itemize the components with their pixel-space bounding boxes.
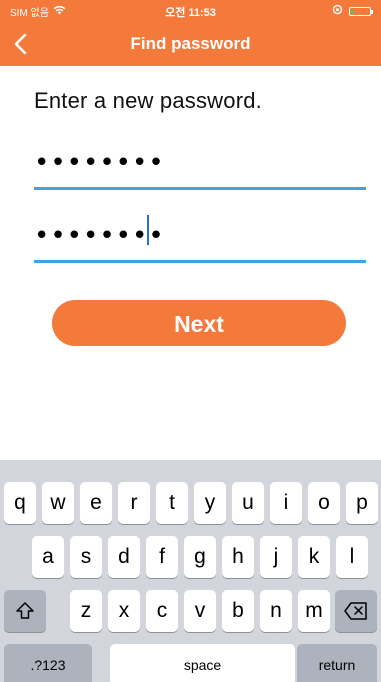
key-o[interactable]: o	[308, 482, 340, 524]
battery-level	[351, 8, 353, 14]
key-c[interactable]: c	[146, 590, 178, 632]
key-j[interactable]: j	[260, 536, 292, 578]
shift-key[interactable]	[4, 590, 46, 632]
key-d[interactable]: d	[108, 536, 140, 578]
confirm-password-value: ••••••••	[34, 221, 165, 251]
key-q[interactable]: q	[4, 482, 36, 524]
key-m[interactable]: m	[298, 590, 330, 632]
key-t[interactable]: t	[156, 482, 188, 524]
key-s[interactable]: s	[70, 536, 102, 578]
keyboard: q w e r t y u i o p a s d f g h j k l z …	[0, 460, 381, 682]
key-b[interactable]: b	[222, 590, 254, 632]
key-a[interactable]: a	[32, 536, 64, 578]
status-bar: SIM 없음 오전 11:53	[0, 0, 381, 22]
new-password-field[interactable]: ••••••••	[34, 140, 366, 190]
shift-icon	[4, 601, 46, 621]
key-u[interactable]: u	[232, 482, 264, 524]
key-k[interactable]: k	[298, 536, 330, 578]
numbers-key[interactable]: .?123	[4, 644, 92, 682]
battery-icon	[349, 6, 373, 16]
key-z[interactable]: z	[70, 590, 102, 632]
new-password-prompt: Enter a new password.	[34, 88, 262, 113]
key-w[interactable]: w	[42, 482, 74, 524]
key-e[interactable]: e	[80, 482, 112, 524]
return-key[interactable]: return	[297, 644, 377, 682]
key-h[interactable]: h	[222, 536, 254, 578]
rotation-lock-icon	[332, 4, 343, 18]
find-password-screen: SIM 없음 오전 11:53 Find password Enter a ne…	[0, 0, 381, 682]
status-time: 오전 11:53	[165, 7, 216, 19]
delete-icon	[335, 602, 377, 620]
key-r[interactable]: r	[118, 482, 150, 524]
key-g[interactable]: g	[184, 536, 216, 578]
key-n[interactable]: n	[260, 590, 292, 632]
space-key[interactable]: space	[110, 644, 295, 682]
new-password-value: ••••••••	[34, 148, 165, 178]
page-title: Find password	[130, 34, 251, 53]
nav-bar: Find password	[0, 22, 381, 66]
confirm-password-field[interactable]: ••••••••	[34, 213, 366, 263]
status-right	[332, 4, 373, 18]
next-button[interactable]: Next	[52, 300, 346, 346]
key-f[interactable]: f	[146, 536, 178, 578]
key-i[interactable]: i	[270, 482, 302, 524]
key-y[interactable]: y	[194, 482, 226, 524]
key-l[interactable]: l	[336, 536, 368, 578]
key-p[interactable]: p	[346, 482, 378, 524]
delete-key[interactable]	[335, 590, 377, 632]
key-x[interactable]: x	[108, 590, 140, 632]
key-v[interactable]: v	[184, 590, 216, 632]
text-cursor	[147, 215, 149, 245]
